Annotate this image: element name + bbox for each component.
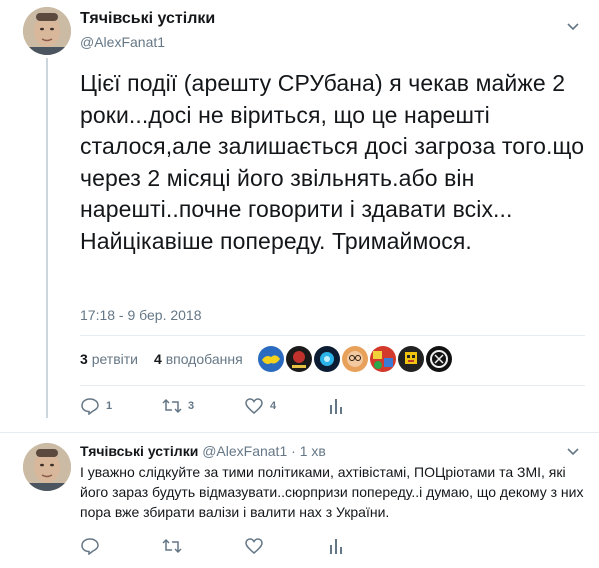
reply-header: Тячівські устілки @AlexFanat1 · 1 хв [80, 443, 326, 459]
retweets-label: ретвіти [91, 351, 138, 367]
likes-stat[interactable]: 4 вподобання [154, 351, 243, 367]
author-name[interactable]: Тячівські устілки [80, 10, 215, 28]
divider [80, 385, 585, 386]
chevron-down-icon[interactable] [567, 23, 579, 31]
liker-avatar[interactable] [398, 346, 424, 372]
tweet-text: Цієї події (арешту СРУбана) я чекав майж… [80, 70, 585, 254]
divider [80, 335, 585, 336]
reply-time[interactable]: 1 хв [300, 443, 326, 459]
liker-avatar[interactable] [370, 346, 396, 372]
thread-connector-line [46, 58, 48, 418]
retweet-button[interactable] [162, 537, 244, 555]
liker-avatar[interactable] [258, 346, 284, 372]
retweet-count: 3 [188, 400, 195, 412]
reply-text: І уважно слідкуйте за тими політиками, а… [80, 464, 584, 520]
retweet-icon [162, 538, 182, 554]
retweets-stat[interactable]: 3 ретвіти [80, 351, 138, 367]
reply-count: 1 [106, 400, 113, 412]
retweet-button[interactable]: 3 [162, 397, 244, 415]
liker-avatar[interactable] [314, 346, 340, 372]
like-button[interactable]: 4 [244, 397, 326, 415]
heart-icon [245, 538, 263, 554]
likes-count: 4 [154, 351, 162, 367]
reply-button[interactable]: 1 [80, 397, 162, 415]
tweet-stats: 3 ретвіти 4 вподобання [80, 351, 243, 367]
tweet-actions: 1 3 4 [80, 397, 408, 415]
like-button[interactable] [244, 537, 326, 555]
chevron-down-icon[interactable] [567, 448, 579, 456]
heart-icon [245, 398, 263, 414]
liker-avatar[interactable] [342, 346, 368, 372]
reply-separator: · [291, 443, 296, 459]
reply-author-handle[interactable]: @AlexFanat1 [202, 443, 287, 459]
retweets-count: 3 [80, 351, 88, 367]
retweet-icon [162, 398, 182, 414]
like-count: 4 [270, 400, 277, 412]
liker-avatar[interactable] [426, 346, 452, 372]
reply-actions [80, 537, 408, 555]
reply-button[interactable] [80, 537, 162, 555]
analytics-button[interactable] [326, 397, 408, 415]
bar-chart-icon [330, 539, 342, 554]
author-handle[interactable]: @AlexFanat1 [80, 34, 165, 50]
likers-avatars [258, 346, 452, 372]
liker-avatar[interactable] [286, 346, 312, 372]
tweet-timestamp[interactable]: 17:18 - 9 бер. 2018 [80, 307, 202, 323]
divider [0, 432, 599, 433]
reply-icon [81, 538, 99, 555]
bar-chart-icon [330, 399, 342, 414]
reply-author-avatar[interactable] [23, 443, 71, 491]
author-avatar[interactable] [23, 7, 71, 55]
reply-icon [81, 398, 99, 415]
analytics-button[interactable] [326, 537, 408, 555]
likes-label: вподобання [165, 351, 243, 367]
reply-author-name[interactable]: Тячівські устілки [80, 443, 198, 459]
